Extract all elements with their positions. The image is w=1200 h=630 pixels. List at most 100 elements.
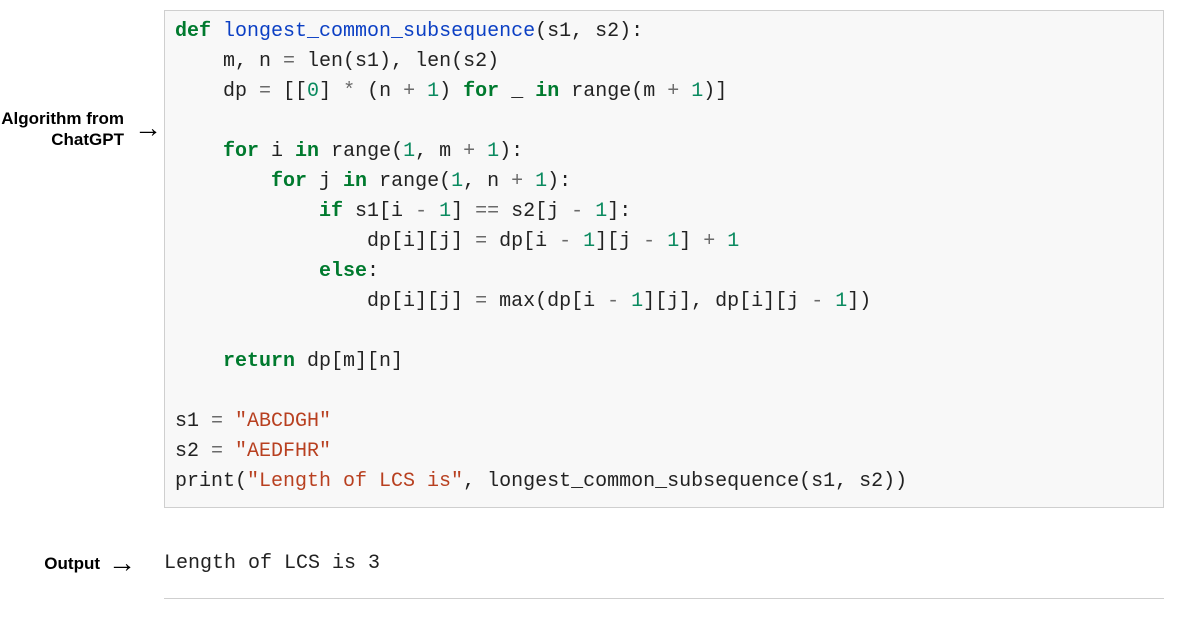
code-token: ] xyxy=(451,200,475,223)
code-token xyxy=(619,290,631,313)
code-token: else xyxy=(319,260,367,283)
code-token: = xyxy=(211,440,223,463)
code-token: 1 xyxy=(487,140,499,163)
output-label: Output xyxy=(0,553,100,574)
code-token xyxy=(175,260,319,283)
code-token xyxy=(223,410,235,433)
code-token: (s1, s2): xyxy=(535,20,643,43)
code-token: "ABCDGH" xyxy=(235,410,331,433)
code-token: : xyxy=(367,260,379,283)
code-token: )] xyxy=(703,80,727,103)
code-token xyxy=(175,140,223,163)
code-token: = xyxy=(211,410,223,433)
code-token: ] xyxy=(319,80,343,103)
code-token: s1 xyxy=(175,410,211,433)
code-token: [[ xyxy=(271,80,307,103)
code-token: in xyxy=(343,170,367,193)
code-token: 0 xyxy=(307,80,319,103)
code-token: - xyxy=(415,200,427,223)
code-token: ): xyxy=(547,170,571,193)
code-token: _ xyxy=(499,80,535,103)
code-token: - xyxy=(607,290,619,313)
code-token: dp[i][j] xyxy=(175,290,475,313)
code-token: = xyxy=(259,80,271,103)
code-token: 1 xyxy=(835,290,847,313)
code-token: - xyxy=(643,230,655,253)
code-token xyxy=(715,230,727,253)
code-token: 1 xyxy=(727,230,739,253)
code-token xyxy=(655,230,667,253)
code-token: j xyxy=(307,170,343,193)
code-token xyxy=(223,440,235,463)
code-token: ][j], dp[i][j xyxy=(643,290,811,313)
code-token: (n xyxy=(355,80,403,103)
divider xyxy=(164,598,1164,599)
code-token: "AEDFHR" xyxy=(235,440,331,463)
code-token: len(s1), len(s2) xyxy=(295,50,499,73)
code-token xyxy=(427,200,439,223)
code-token: ] xyxy=(679,230,703,253)
code-token: longest_common_subsequence xyxy=(223,20,535,43)
code-token: for xyxy=(223,140,259,163)
code-token: = xyxy=(283,50,295,73)
code-token: range( xyxy=(319,140,403,163)
code-token xyxy=(679,80,691,103)
code-token: + xyxy=(511,170,523,193)
code-token: 1 xyxy=(595,200,607,223)
code-token: + xyxy=(403,80,415,103)
code-token xyxy=(175,200,319,223)
code-token: , longest_common_subsequence(s1, s2)) xyxy=(463,470,907,493)
code-token xyxy=(415,80,427,103)
code-token xyxy=(175,170,271,193)
code-token xyxy=(523,170,535,193)
code-token: + xyxy=(463,140,475,163)
code-token: max(dp[i xyxy=(487,290,607,313)
code-token: in xyxy=(295,140,319,163)
code-token: return xyxy=(223,350,295,373)
code-token: ]: xyxy=(607,200,631,223)
code-token: for xyxy=(271,170,307,193)
algorithm-label: Algorithm from ChatGPT xyxy=(0,108,124,151)
code-token: s1[i xyxy=(343,200,415,223)
arrow-icon: → xyxy=(108,547,136,579)
code-token: s2[j xyxy=(499,200,571,223)
code-token xyxy=(583,200,595,223)
code-token xyxy=(175,350,223,373)
code-token: for xyxy=(463,80,499,103)
code-token: 1 xyxy=(583,230,595,253)
code-token: - xyxy=(559,230,571,253)
code-token: = xyxy=(475,230,487,253)
code-token: 1 xyxy=(427,80,439,103)
code-token: 1 xyxy=(691,80,703,103)
code-token: - xyxy=(811,290,823,313)
code-token: ]) xyxy=(847,290,871,313)
code-token xyxy=(823,290,835,313)
code-token xyxy=(475,140,487,163)
code-token: , m xyxy=(415,140,463,163)
code-token: ): xyxy=(499,140,523,163)
code-token: i xyxy=(259,140,295,163)
code-block: def longest_common_subsequence(s1, s2): … xyxy=(164,10,1164,508)
code-token: 1 xyxy=(667,230,679,253)
code-token: = xyxy=(475,290,487,313)
code-token: range(m xyxy=(559,80,667,103)
code-token: 1 xyxy=(631,290,643,313)
code-token xyxy=(211,20,223,43)
code-token: + xyxy=(667,80,679,103)
code-token: dp[m][n] xyxy=(295,350,403,373)
code-token: ][j xyxy=(595,230,643,253)
code-token: + xyxy=(703,230,715,253)
code-token: m, n xyxy=(175,50,283,73)
code-token: dp xyxy=(175,80,259,103)
code-token: * xyxy=(343,80,355,103)
code-token: s2 xyxy=(175,440,211,463)
code-token: - xyxy=(571,200,583,223)
code-token: ) xyxy=(439,80,463,103)
code-token: in xyxy=(535,80,559,103)
code-token xyxy=(571,230,583,253)
code-token: 1 xyxy=(451,170,463,193)
code-token: , n xyxy=(463,170,511,193)
code-token: 1 xyxy=(535,170,547,193)
code-token: dp[i xyxy=(487,230,559,253)
code-token: if xyxy=(319,200,343,223)
